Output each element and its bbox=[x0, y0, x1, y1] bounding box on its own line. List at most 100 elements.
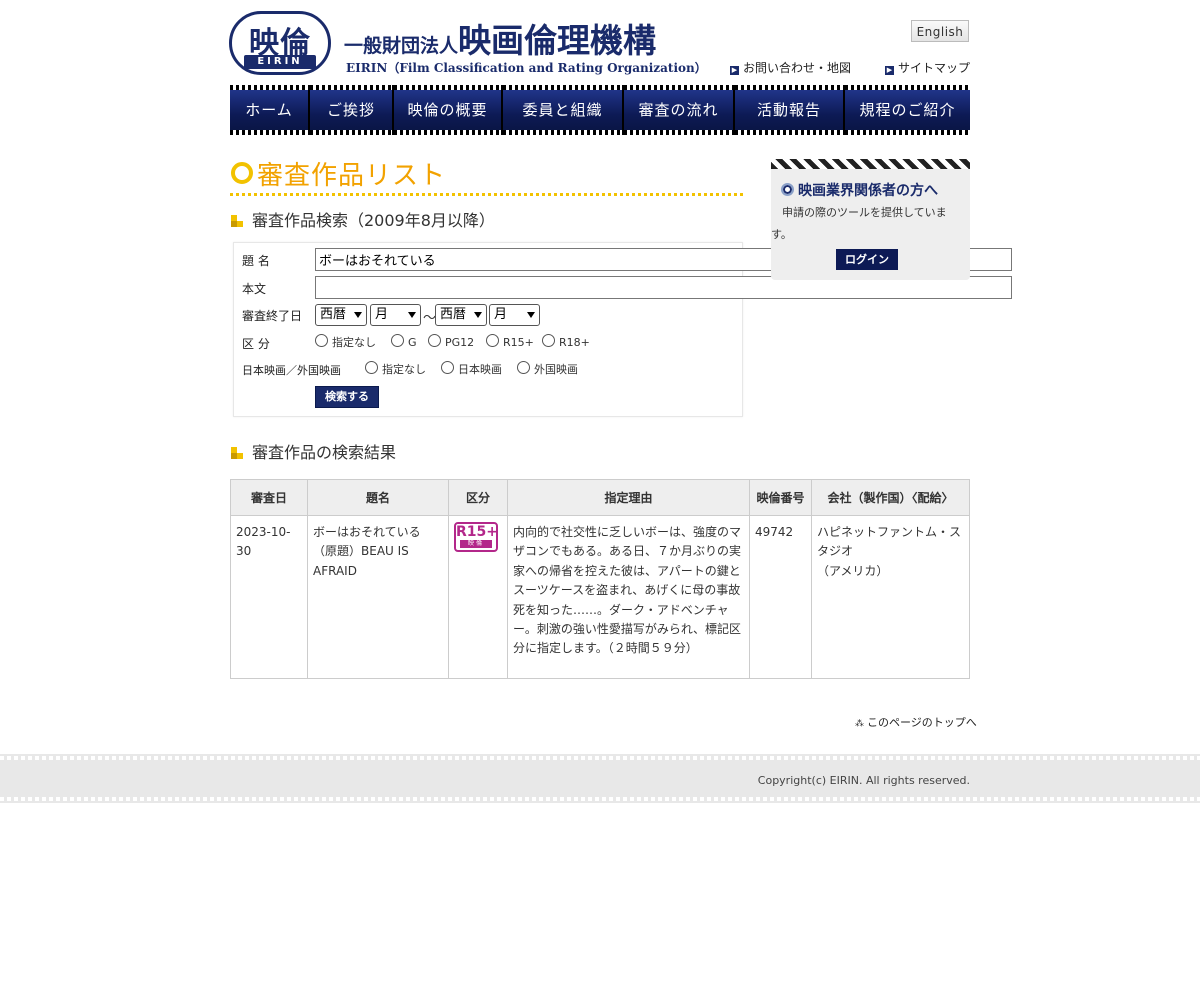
radio-label: G bbox=[408, 336, 417, 349]
organization-name[interactable]: 一般財団法人映画倫理機構 bbox=[344, 14, 656, 62]
radio-label: 外国映画 bbox=[534, 363, 578, 376]
industry-description: 申請の際のツールを提供しています。 bbox=[771, 206, 947, 241]
results-heading-text: 審査作品の検索結果 bbox=[252, 443, 397, 462]
radio-label: 指定なし bbox=[332, 336, 376, 349]
radio-icon bbox=[391, 334, 404, 347]
circle-icon bbox=[781, 183, 794, 196]
page-title-text: 審査作品リスト bbox=[257, 161, 447, 191]
nav-label: 映倫の概要 bbox=[407, 101, 488, 119]
cell-company: ハピネットファントム・スタジオ （アメリカ） bbox=[811, 515, 970, 679]
radio-icon bbox=[441, 361, 454, 374]
nav-greeting[interactable]: ご挨拶 bbox=[310, 85, 394, 135]
radio-label: 指定なし bbox=[382, 363, 426, 376]
nav-label: ご挨拶 bbox=[326, 101, 375, 119]
nav-regulations[interactable]: 規程のご紹介 bbox=[845, 85, 970, 135]
results-table: 審査日 題名 区分 指定理由 映倫番号 会社（製作国）〈配給〉 2023-10-… bbox=[230, 479, 970, 679]
nav-review-flow[interactable]: 審査の流れ bbox=[624, 85, 735, 135]
class-radio-none[interactable]: 指定なし bbox=[315, 334, 376, 350]
arrow-icon: ▶ bbox=[885, 66, 894, 75]
chevron-down-icon bbox=[408, 312, 416, 318]
logo-band: EIRIN bbox=[244, 55, 316, 69]
col-title: 題名 bbox=[307, 479, 449, 516]
square-bullet-icon bbox=[231, 447, 243, 459]
chevron-down-icon bbox=[527, 312, 535, 318]
radio-icon bbox=[428, 334, 441, 347]
sitemap-link[interactable]: ▶ サイトマップ bbox=[885, 59, 970, 76]
contact-link[interactable]: ▶ お問い合わせ・地図 bbox=[730, 59, 851, 76]
industry-heading: 映画業界関係者の方へ bbox=[781, 180, 938, 200]
radio-icon bbox=[542, 334, 555, 347]
footer: Copyright(c) EIRIN. All rights reserved. bbox=[0, 754, 1200, 803]
square-bullet-icon bbox=[231, 215, 243, 227]
origin-radio-foreign[interactable]: 外国映画 bbox=[517, 361, 578, 377]
english-button[interactable]: English bbox=[911, 20, 969, 42]
nav-label: 規程のご紹介 bbox=[859, 101, 956, 119]
start-year-select[interactable]: 西暦 bbox=[315, 304, 367, 326]
copyright: Copyright(c) EIRIN. All rights reserved. bbox=[757, 774, 970, 787]
ring-icon bbox=[231, 162, 253, 184]
class-radio-pg12[interactable]: PG12 bbox=[428, 334, 474, 349]
page-top-label: このページのトップへ bbox=[867, 716, 977, 729]
start-year-value: 西暦 bbox=[320, 307, 347, 322]
col-reason: 指定理由 bbox=[507, 479, 750, 516]
table-row: 2023-10-30 ボーはおそれている（原題）BEAU IS AFRAID R… bbox=[230, 515, 970, 679]
class-label: 区 分 bbox=[242, 337, 270, 351]
class-radio-g[interactable]: G bbox=[391, 334, 417, 349]
nav-label: 審査の流れ bbox=[638, 101, 719, 119]
org-title: 映画倫理機構 bbox=[458, 21, 657, 60]
radio-icon bbox=[517, 361, 530, 374]
contact-link-label: お問い合わせ・地図 bbox=[743, 61, 852, 75]
arrow-icon: ▶ bbox=[730, 66, 739, 75]
start-month-value: 月 bbox=[375, 307, 389, 322]
cell-number: 49742 bbox=[749, 515, 812, 679]
r15-rating-icon: R15+ 映倫 bbox=[454, 522, 498, 552]
organization-subtitle: EIRIN（Film Classification and Rating Org… bbox=[346, 61, 707, 75]
eirin-logo[interactable]: 映倫 EIRIN bbox=[229, 11, 331, 75]
chevron-down-icon bbox=[354, 312, 362, 318]
table-header-row: 審査日 題名 区分 指定理由 映倫番号 会社（製作国）〈配給〉 bbox=[230, 479, 970, 516]
radio-label: PG12 bbox=[445, 336, 475, 349]
radio-label: R18+ bbox=[559, 336, 590, 349]
class-radio-r18[interactable]: R18+ bbox=[542, 334, 590, 349]
industry-heading-text: 映画業界関係者の方へ bbox=[798, 183, 938, 199]
col-class: 区分 bbox=[448, 479, 508, 516]
col-date: 審査日 bbox=[230, 479, 308, 516]
end-month-select[interactable]: 月 bbox=[489, 304, 540, 326]
date-label: 審査終了日 bbox=[242, 309, 303, 323]
radio-icon bbox=[486, 334, 499, 347]
end-year-select[interactable]: 西暦 bbox=[435, 304, 487, 326]
nav-overview[interactable]: 映倫の概要 bbox=[394, 85, 503, 135]
login-button[interactable]: ログイン bbox=[836, 249, 898, 270]
cell-class: R15+ 映倫 bbox=[448, 515, 508, 679]
radio-icon bbox=[365, 361, 378, 374]
cell-reason: 内向的で社交性に乏しいボーは、強度のマザコンでもある。ある日、７か月ぶりの実家へ… bbox=[507, 515, 750, 679]
start-month-select[interactable]: 月 bbox=[370, 304, 421, 326]
origin-radio-japanese[interactable]: 日本映画 bbox=[441, 361, 502, 377]
company-name: ハピネットファントム・スタジオ bbox=[817, 525, 962, 559]
nav-label: ホーム bbox=[245, 101, 293, 119]
rating-sub: 映倫 bbox=[460, 540, 492, 548]
end-year-value: 西暦 bbox=[440, 307, 467, 322]
origin-radio-none[interactable]: 指定なし bbox=[365, 361, 426, 377]
clapper-stripe bbox=[771, 159, 970, 169]
search-heading: 審査作品検索（2009年8月以降） bbox=[231, 207, 495, 231]
industry-panel: 映画業界関係者の方へ 申請の際のツールを提供しています。 ログイン bbox=[771, 159, 970, 280]
radio-label: R15+ bbox=[503, 336, 534, 349]
search-button[interactable]: 検索する bbox=[315, 386, 379, 408]
nav-label: 活動報告 bbox=[756, 101, 821, 119]
origin-label: 日本映画／外国映画 bbox=[242, 364, 341, 377]
end-month-value: 月 bbox=[494, 307, 508, 322]
page-top-link[interactable]: ⁂ このページのトップへ bbox=[855, 714, 977, 730]
org-type: 一般財団法人 bbox=[344, 35, 459, 57]
nav-activity[interactable]: 活動報告 bbox=[735, 85, 845, 135]
company-country: （アメリカ） bbox=[817, 563, 889, 578]
rating-mark: R15+ bbox=[456, 524, 498, 540]
cell-title: ボーはおそれている（原題）BEAU IS AFRAID bbox=[307, 515, 449, 679]
class-radio-r15[interactable]: R15+ bbox=[486, 334, 534, 349]
nav-members[interactable]: 委員と組織 bbox=[503, 85, 624, 135]
search-heading-text: 審査作品検索（2009年8月以降） bbox=[252, 211, 495, 230]
cell-date: 2023-10-30 bbox=[230, 515, 308, 679]
nav-home[interactable]: ホーム bbox=[230, 85, 310, 135]
title-label: 題 名 bbox=[242, 254, 270, 268]
page-title: 審査作品リスト bbox=[230, 155, 743, 196]
